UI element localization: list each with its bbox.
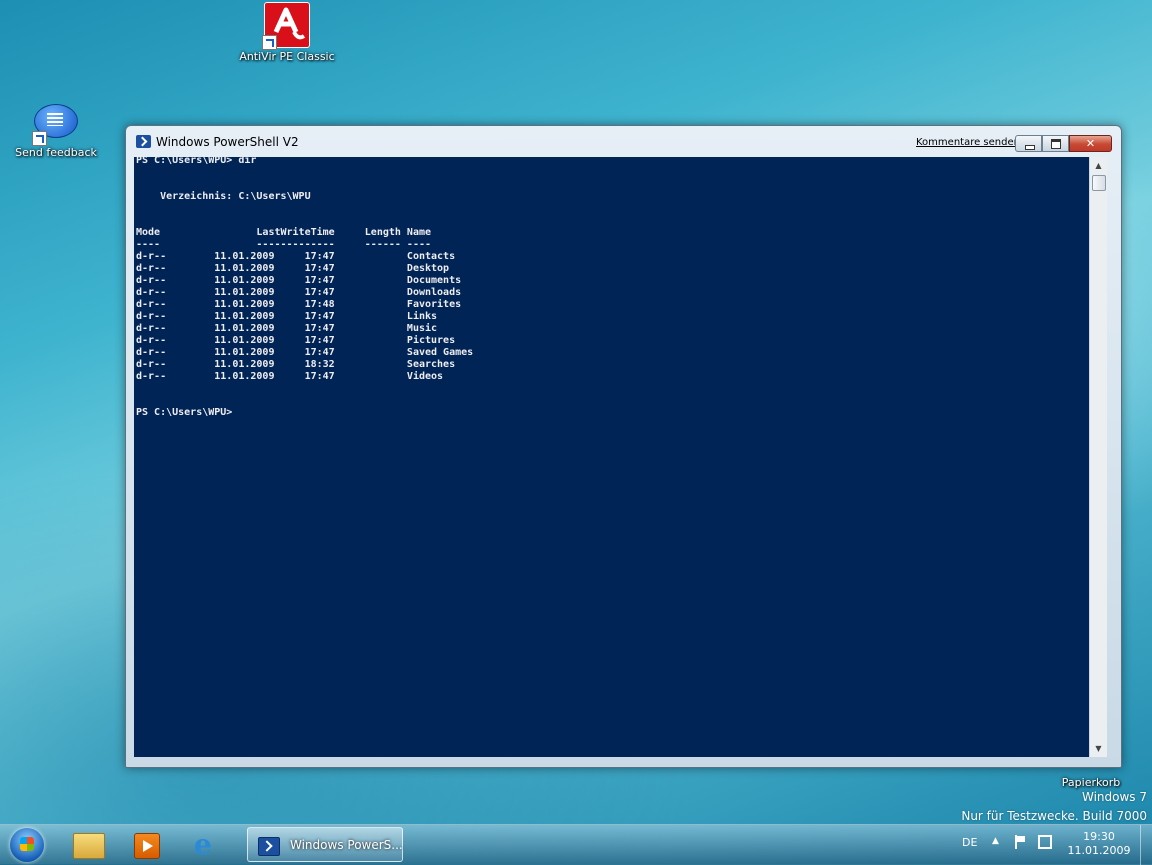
desktop-icon-label: AntiVir PE Classic xyxy=(239,50,335,63)
network-icon[interactable] xyxy=(1038,835,1052,849)
antivir-umbrella-icon xyxy=(262,2,310,50)
title-bar[interactable]: Windows PowerShell V2 Kommentare senden xyxy=(126,126,1121,158)
taskbar-media-player-button[interactable] xyxy=(120,828,174,862)
shortcut-arrow-icon xyxy=(262,35,277,50)
folder-icon xyxy=(73,833,105,859)
desktop-icon-antivir[interactable]: AntiVir PE Classic xyxy=(238,2,336,63)
vertical-scrollbar[interactable]: ▲ ▼ xyxy=(1089,157,1107,757)
powershell-window[interactable]: Windows PowerShell V2 Kommentare senden … xyxy=(125,125,1122,768)
speech-bubble-icon xyxy=(32,104,78,146)
taskbar-explorer-button[interactable] xyxy=(62,828,116,862)
scroll-up-arrow-icon[interactable]: ▲ xyxy=(1090,157,1107,174)
clock-date: 11.01.2009 xyxy=(1067,844,1131,857)
scroll-thumb[interactable] xyxy=(1092,175,1106,191)
language-indicator[interactable]: DE xyxy=(962,836,977,849)
maximize-button[interactable] xyxy=(1042,135,1069,152)
taskbar: e Windows PowerS... DE ▲ 19:30 11.01.200… xyxy=(0,824,1152,865)
console-output: PS C:\Users\WPU> dir Verzeichnis: C:\Use… xyxy=(136,157,474,418)
clock[interactable]: 19:30 11.01.2009 xyxy=(1064,830,1134,858)
desktop-icon-label: Send feedback xyxy=(15,146,97,159)
internet-explorer-icon: e xyxy=(194,828,212,861)
show-hidden-icons-arrow-icon[interactable]: ▲ xyxy=(992,836,999,846)
shortcut-arrow-icon xyxy=(32,131,47,146)
taskbar-internet-explorer-button[interactable]: e xyxy=(180,828,234,862)
clock-time: 19:30 xyxy=(1083,830,1115,843)
windows-build-watermark: Windows 7 Nur für Testzwecke. Build 7000 xyxy=(961,788,1147,826)
task-label: Windows PowerS... xyxy=(290,838,403,852)
send-feedback-link[interactable]: Kommentare senden xyxy=(916,137,1020,148)
watermark-line-1: Windows 7 xyxy=(1081,790,1147,804)
scroll-down-arrow-icon[interactable]: ▼ xyxy=(1090,740,1107,757)
powershell-icon[interactable] xyxy=(136,135,151,148)
minimize-button[interactable] xyxy=(1015,135,1042,152)
powershell-icon xyxy=(258,837,280,856)
window-title: Windows PowerShell V2 xyxy=(156,135,299,149)
taskbar-powershell-task[interactable]: Windows PowerS... xyxy=(247,827,403,862)
media-player-icon xyxy=(134,833,160,859)
desktop-icon-send-feedback[interactable]: Send feedback xyxy=(10,104,102,159)
action-center-flag-icon[interactable] xyxy=(1014,835,1026,849)
close-button[interactable] xyxy=(1069,135,1112,152)
show-desktop-button[interactable] xyxy=(1140,825,1152,865)
windows-logo-icon xyxy=(10,828,44,862)
start-button[interactable] xyxy=(2,826,52,864)
console-area[interactable]: PS C:\Users\WPU> dir Verzeichnis: C:\Use… xyxy=(134,157,1089,757)
